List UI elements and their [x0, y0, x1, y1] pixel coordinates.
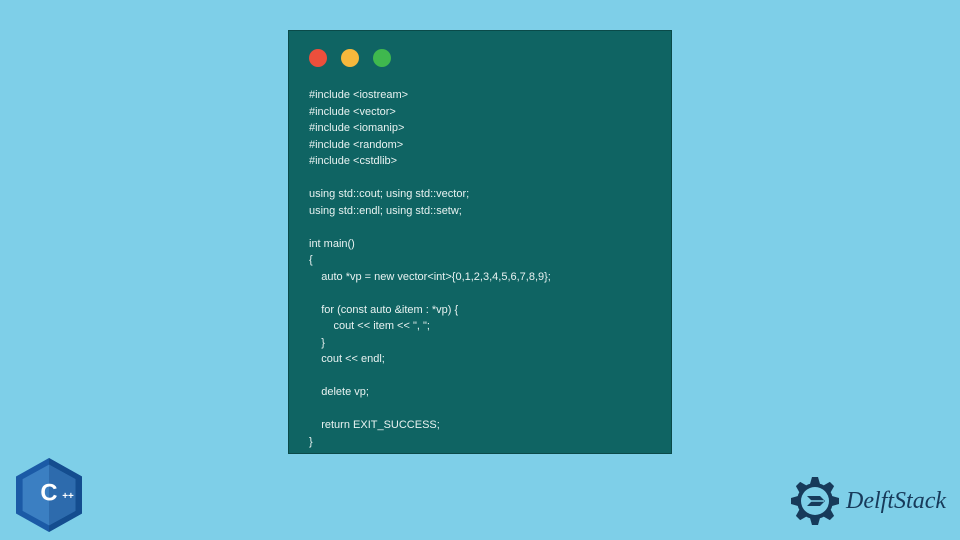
- close-icon: [309, 49, 327, 67]
- code-body: #include <iostream> #include <vector> #i…: [289, 77, 671, 470]
- maximize-icon: [373, 49, 391, 67]
- svg-text:C: C: [40, 479, 57, 506]
- svg-text:++: ++: [62, 491, 74, 502]
- delftstack-logo: DelftStack: [790, 476, 946, 526]
- minimize-icon: [341, 49, 359, 67]
- code-window: #include <iostream> #include <vector> #i…: [288, 30, 672, 454]
- delftstack-text: DelftStack: [846, 488, 946, 515]
- gear-icon: [790, 476, 840, 526]
- traffic-lights: [289, 31, 671, 77]
- cpp-logo-icon: C ++: [16, 458, 82, 532]
